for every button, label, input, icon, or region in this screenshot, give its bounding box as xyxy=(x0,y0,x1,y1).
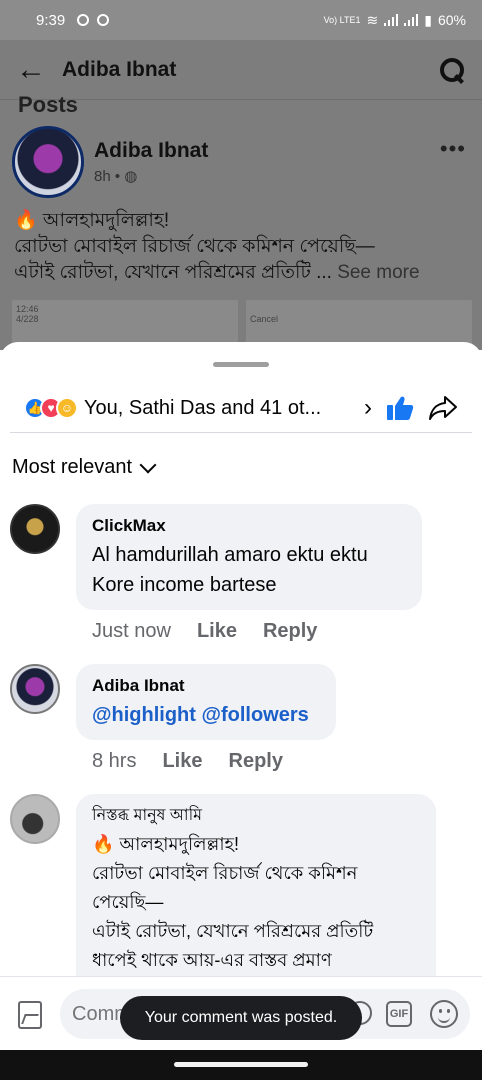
reaction-icons: 👍 ♥ ☺ xyxy=(24,397,78,419)
sort-dropdown[interactable]: Most relevant xyxy=(12,456,157,479)
back-arrow-icon[interactable]: ← xyxy=(16,53,62,87)
battery-level: 60% xyxy=(437,12,466,28)
photo-icon[interactable] xyxy=(18,1001,42,1029)
commenter-name[interactable]: নিস্তব্ধ মানুষ আমি xyxy=(92,806,420,826)
comment-text: Al hamdurillah amaro ektu ektu Kore inco… xyxy=(92,540,406,600)
comment-actions: 8 hrs Like Reply xyxy=(92,750,283,773)
signal-2-icon xyxy=(404,14,419,26)
commenter-avatar[interactable] xyxy=(10,664,60,714)
sort-label: Most relevant xyxy=(12,456,133,478)
comment-line: ধাপেই থাকে আয়-এর বাস্তব প্রমাণ xyxy=(92,950,332,970)
comment-line: এটাই রোটভা, যেখানে পরিশ্রমের প্রতিটি xyxy=(92,921,374,941)
emoji-icon[interactable] xyxy=(430,1000,458,1028)
commenter-avatar[interactable] xyxy=(10,794,60,844)
status-bar: 9:39 Vo) LTE1 ≋ ▮ 60% xyxy=(0,0,482,40)
home-gesture-bar[interactable] xyxy=(174,1062,308,1067)
system-nav-bar xyxy=(0,1050,482,1080)
see-more-link[interactable]: See more xyxy=(337,262,419,283)
like-button[interactable]: Like xyxy=(197,620,237,643)
author-avatar[interactable] xyxy=(12,126,84,198)
author-info: Adiba Ibnat 8h • ◍ xyxy=(94,139,208,185)
reply-button[interactable]: Reply xyxy=(229,750,283,773)
sheet-drag-handle[interactable] xyxy=(213,362,269,367)
post-author: Adiba Ibnat 8h • ◍ xyxy=(12,126,208,198)
comment-item: নিস্তব্ধ মানুষ আমি 🔥 আলহামদুলিল্লাহ! রোট… xyxy=(10,794,472,978)
background-post: ← Adiba Ibnat Posts Adiba Ibnat 8h • ◍ •… xyxy=(0,40,482,350)
wifi-icon: ≋ xyxy=(366,11,379,28)
post-line-3-text: এটাই রোটভা, যেখানে পরিশ্রমের প্রতিটি ... xyxy=(14,262,332,283)
comments-sheet: 👍 ♥ ☺ You, Sathi Das and 41 ot... › Most… xyxy=(0,342,482,978)
comment-bubble[interactable]: ClickMax Al hamdurillah amaro ektu ektu … xyxy=(76,504,422,610)
comment-time: 8 hrs xyxy=(92,750,137,772)
post-line-1: 🔥 আলহামদুলিল্লাহ! xyxy=(14,210,170,231)
search-icon[interactable] xyxy=(438,56,466,84)
posts-section-label: Posts xyxy=(18,92,78,117)
commenter-name[interactable]: ClickMax xyxy=(92,516,406,536)
post-time: 8h • ◍ xyxy=(94,167,208,185)
commenter-avatar[interactable] xyxy=(10,504,60,554)
reactions-row[interactable]: 👍 ♥ ☺ You, Sathi Das and 41 ot... › xyxy=(24,390,458,426)
chevron-right-icon[interactable]: › xyxy=(364,394,372,422)
comment-actions: Just now Like Reply xyxy=(92,620,317,643)
signal-icon xyxy=(384,14,399,26)
globe-icon: ◍ xyxy=(124,168,138,185)
status-left-icons xyxy=(77,14,110,26)
reply-button[interactable]: Reply xyxy=(263,620,317,643)
thumb-time: 12:46 xyxy=(16,304,39,314)
reactions-summary[interactable]: You, Sathi Das and 41 ot... xyxy=(84,397,321,420)
comment-time: Just now xyxy=(92,620,171,642)
post-time-label: 8h • xyxy=(94,168,121,185)
thumb-cancel: Cancel xyxy=(250,314,279,324)
settings-notification-icon xyxy=(97,14,110,26)
sheet-divider xyxy=(10,432,472,433)
network-label: Vo) LTE1 xyxy=(323,14,361,25)
like-button[interactable]: Like xyxy=(162,750,202,773)
author-name[interactable]: Adiba Ibnat xyxy=(94,139,208,163)
comment-bubble[interactable]: নিস্তব্ধ মানুষ আমি 🔥 আলহামদুলিল্লাহ! রোট… xyxy=(76,794,436,978)
comment-bubble[interactable]: Adiba Ibnat @highlight @followers xyxy=(76,664,336,740)
comment-text: 🔥 আলহামদুলিল্লাহ! রোটভা মোবাইল রিচার্জ থ… xyxy=(92,830,420,975)
post-line-2: রোটভা মোবাইল রিচার্জ থেকে কমিশন পেয়েছি— xyxy=(14,236,375,257)
post-line-3: এটাই রোটভা, যেখানে পরিশ্রমের প্রতিটি ...… xyxy=(14,260,474,286)
battery-icon: ▮ xyxy=(424,11,432,28)
comment-line: Kore income bartese xyxy=(92,574,277,596)
screen: 9:39 Vo) LTE1 ≋ ▮ 60% ← Adiba Ibnat Post… xyxy=(0,0,482,1080)
comment-mentions[interactable]: @highlight @followers xyxy=(92,700,320,730)
commenter-name[interactable]: Adiba Ibnat xyxy=(92,676,320,696)
comment-line: 🔥 আলহামদুলিল্লাহ! xyxy=(92,834,239,854)
thumb-counter: 4/228 xyxy=(16,314,39,324)
comment-line: পেয়েছি— xyxy=(92,892,164,912)
gif-icon[interactable]: GIF xyxy=(386,1001,412,1027)
care-reaction-icon: ☺ xyxy=(56,397,78,419)
comment-line: Al hamdurillah amaro ektu ektu xyxy=(92,544,368,566)
reactions-actions: › xyxy=(364,394,458,422)
page-title: Adiba Ibnat xyxy=(62,57,177,81)
like-thumb-icon[interactable] xyxy=(386,395,414,421)
status-time: 9:39 xyxy=(36,11,66,29)
post-text: 🔥 আলহামদুলিল্লাহ! রোটভা মোবাইল রিচার্জ থ… xyxy=(14,208,474,286)
status-right: Vo) LTE1 ≋ ▮ 60% xyxy=(324,12,466,29)
comment-item: Adiba Ibnat @highlight @followers 8 hrs … xyxy=(10,664,472,784)
share-icon[interactable] xyxy=(428,395,458,421)
comment-line: রোটভা মোবাইল রিচার্জ থেকে কমিশন xyxy=(92,863,358,883)
chevron-down-icon xyxy=(139,456,157,473)
page-header: ← Adiba Ibnat xyxy=(0,40,482,100)
more-options-icon[interactable]: ••• xyxy=(440,136,466,162)
messenger-notification-icon xyxy=(77,14,90,26)
comment-posted-toast: Your comment was posted. xyxy=(120,996,362,1040)
comment-item: ClickMax Al hamdurillah amaro ektu ektu … xyxy=(10,504,472,654)
